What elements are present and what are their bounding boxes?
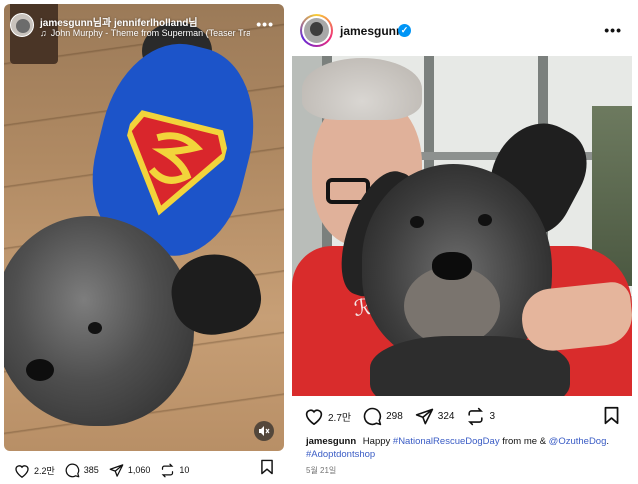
share-button[interactable]: 324 [415, 407, 455, 426]
dog-nose [432, 252, 472, 280]
more-horizontal-icon[interactable]: ••• [604, 22, 622, 38]
dog-eye [410, 216, 424, 228]
dog-eye [88, 322, 102, 334]
post-caption: jamesgunn Happy #NationalRescueDogDay fr… [306, 435, 624, 461]
more-horizontal-icon[interactable]: ••• [256, 16, 274, 32]
reel-post-left: jamesgunn님과 jenniferlholland님 ♫ John Murp… [4, 4, 284, 480]
like-button[interactable]: 2.7만 [304, 407, 351, 425]
hashtag-link[interactable]: #NationalRescueDogDay [393, 436, 500, 447]
username[interactable]: jamesgunn [340, 24, 403, 38]
story-ring[interactable] [300, 14, 333, 47]
comment-count: 385 [83, 465, 99, 475]
comment-icon [363, 407, 382, 425]
action-bar: 2.2만 385 1,060 10 [14, 459, 284, 481]
heart-icon [305, 409, 323, 425]
like-button[interactable]: 2.2만 [14, 463, 55, 478]
bookmark-icon[interactable] [603, 406, 620, 425]
post-date: 5월 21일 [306, 466, 337, 475]
repost-count: 10 [179, 465, 190, 475]
comment-icon [65, 463, 80, 477]
repost-button[interactable]: 3 [466, 407, 495, 426]
post-header: jamesgunn ✓ ••• [292, 4, 632, 56]
post-right: jamesgunn ✓ ••• ℛ 2.7만 298 324 3 jamesgu… [292, 4, 632, 480]
music-note-icon: ♫ [40, 28, 47, 38]
share-count: 324 [437, 410, 455, 422]
avatar [304, 18, 329, 43]
dog-eye [478, 214, 492, 226]
mention-link[interactable]: @OzutheDog [549, 436, 607, 447]
share-button[interactable]: 1,060 [109, 463, 151, 478]
bookmark-icon[interactable] [260, 459, 274, 475]
reel-header: jamesgunn님과 jenniferlholland님 ♫ John Murp… [4, 4, 284, 48]
caption-text: Happy [362, 436, 391, 447]
comment-button[interactable]: 298 [363, 407, 403, 426]
share-count: 1,060 [127, 465, 151, 475]
heart-icon [15, 464, 29, 478]
repost-icon [161, 463, 174, 477]
send-icon [415, 408, 434, 424]
send-icon [109, 463, 124, 477]
avatar[interactable] [10, 13, 34, 37]
caption-username[interactable]: jamesgunn [306, 436, 356, 447]
dog-nose [26, 359, 54, 381]
repost-icon [468, 407, 484, 425]
comment-count: 298 [386, 410, 403, 422]
collab-usernames[interactable]: jamesgunn님과 jenniferlholland님 [40, 14, 198, 29]
music-track[interactable]: ♫ John Murphy - Theme from Superman (Teas… [40, 28, 250, 38]
comment-button[interactable]: 385 [65, 463, 99, 478]
caption-text: from me & [502, 436, 547, 447]
like-count: 2.7만 [328, 412, 352, 424]
caption-text: . [606, 436, 610, 447]
repost-count: 3 [489, 410, 496, 422]
action-bar: 2.7만 298 324 3 [304, 404, 624, 428]
reel-video[interactable]: jamesgunn님과 jenniferlholland님 ♫ John Murp… [4, 4, 284, 451]
verified-badge-icon: ✓ [398, 24, 411, 37]
like-count: 2.2만 [34, 465, 55, 476]
repost-button[interactable]: 10 [160, 463, 189, 478]
hashtag-link[interactable]: #Adoptdontshop [306, 449, 375, 460]
speaker-muted-icon[interactable] [254, 421, 274, 441]
gray-hair [302, 58, 422, 120]
post-photo[interactable]: ℛ [292, 56, 632, 396]
music-track-label: John Murphy - Theme from Superman (Tease… [50, 28, 250, 38]
